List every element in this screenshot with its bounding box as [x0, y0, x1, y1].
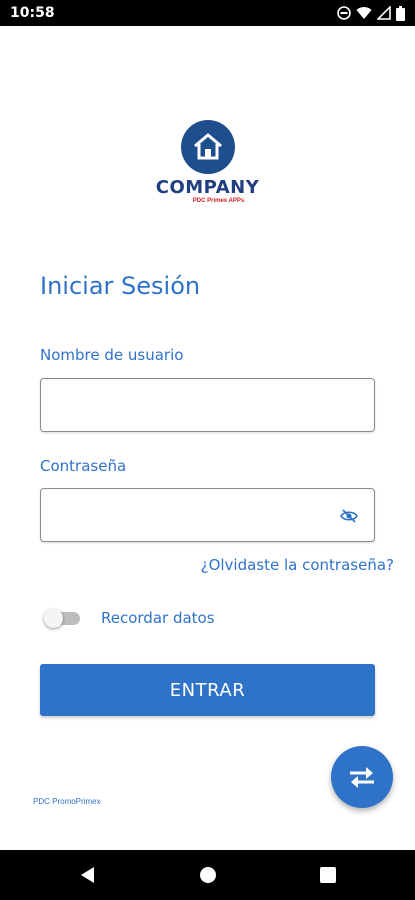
- battery-icon: [396, 5, 405, 21]
- visibility-toggle-icon[interactable]: [340, 507, 358, 525]
- username-input[interactable]: [41, 379, 374, 431]
- status-bar: 10:58: [0, 0, 415, 26]
- password-label: Contraseña: [40, 457, 127, 475]
- footer-caption: PDC PromoPrimex: [33, 797, 101, 806]
- signal-icon: [377, 6, 391, 20]
- logo-name: COMPANY: [155, 177, 260, 198]
- do-not-disturb-icon: [337, 6, 351, 20]
- toggle-thumb: [44, 609, 63, 628]
- username-label: Nombre de usuario: [40, 346, 184, 364]
- forgot-password-link[interactable]: ¿Olvidaste la contraseña?: [201, 556, 394, 574]
- remember-label: Recordar datos: [101, 609, 215, 627]
- company-logo: COMPANY PDC Primex APPs: [0, 118, 415, 213]
- remember-toggle[interactable]: [44, 609, 80, 628]
- username-field-container: [40, 378, 375, 432]
- password-field-container: [40, 488, 375, 542]
- logo-subtitle: PDC Primex APPs: [192, 198, 245, 204]
- swap-fab-button[interactable]: [331, 746, 393, 808]
- login-button[interactable]: ENTRAR: [40, 664, 375, 716]
- system-nav-bar: [0, 850, 415, 900]
- home-icon[interactable]: [198, 865, 218, 885]
- swap-arrows-icon: [350, 767, 374, 788]
- recents-icon[interactable]: [318, 865, 338, 885]
- status-time: 10:58: [10, 5, 55, 21]
- wifi-icon: [356, 7, 372, 20]
- status-icons: [337, 5, 405, 21]
- password-input[interactable]: [41, 489, 374, 541]
- back-icon[interactable]: [78, 865, 98, 885]
- page-title: Iniciar Sesión: [40, 272, 201, 300]
- logo-house-icon: [181, 120, 235, 174]
